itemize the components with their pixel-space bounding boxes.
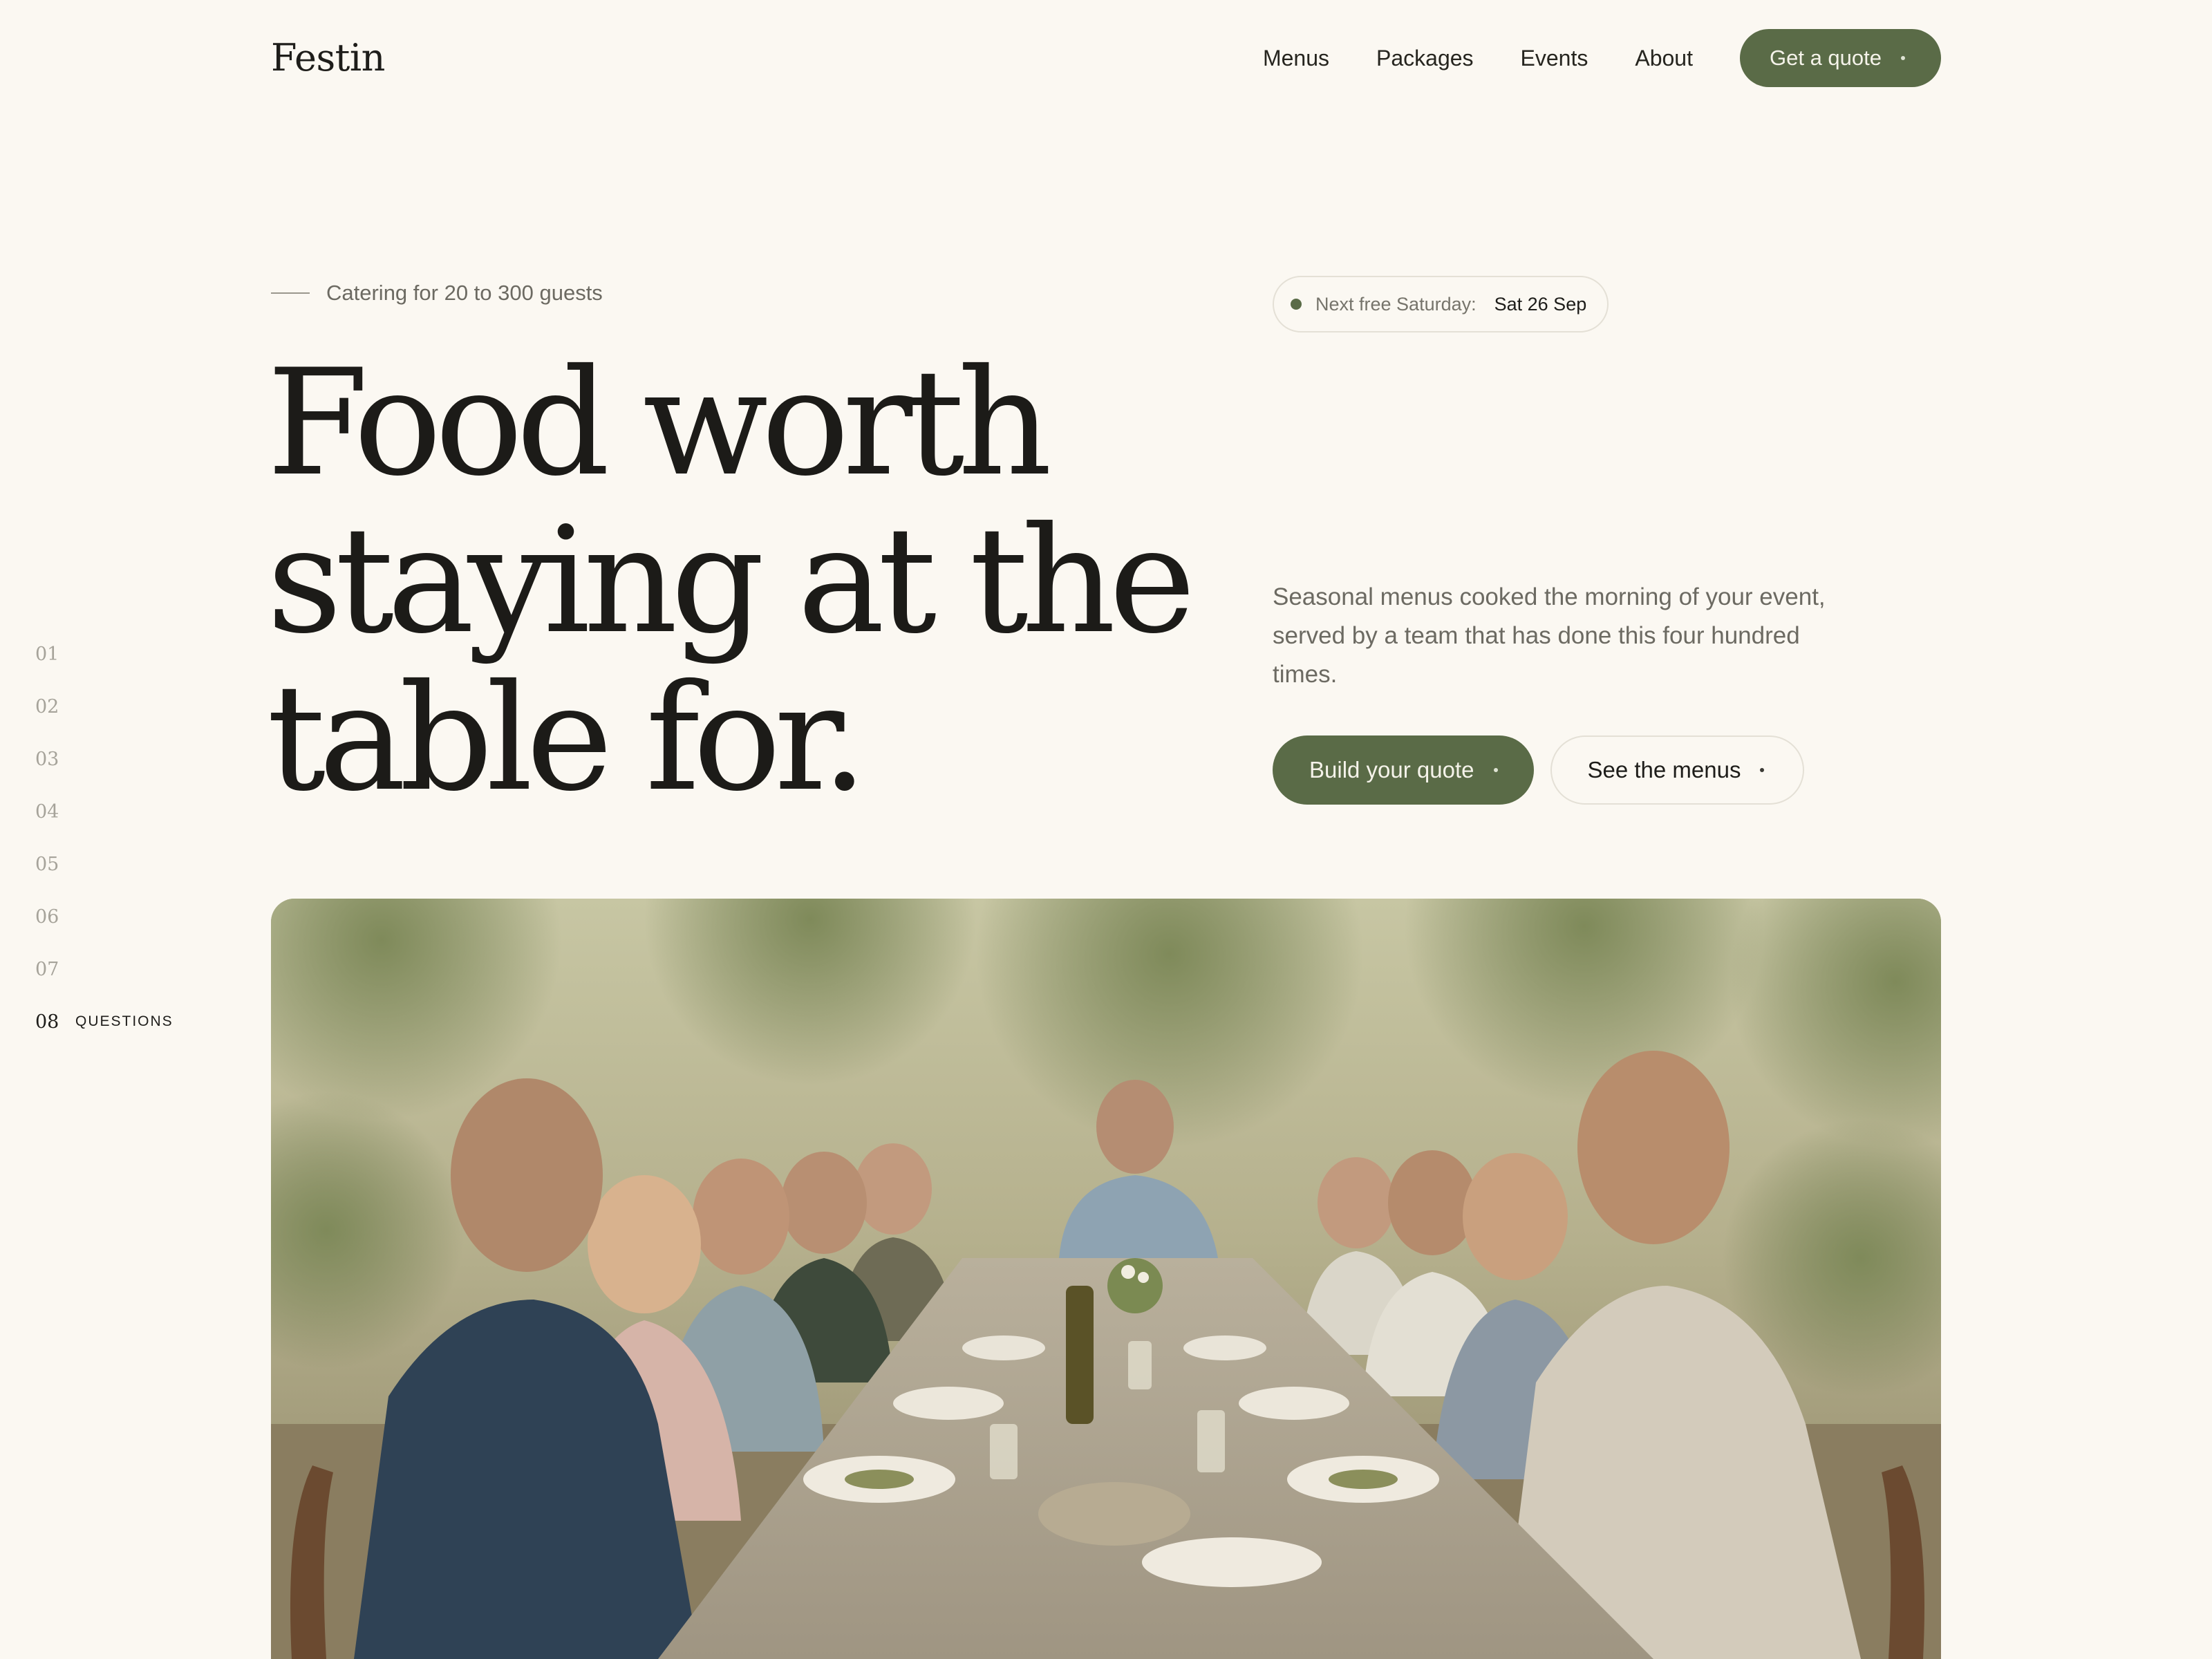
nav-link-events[interactable]: Events [1521, 29, 1588, 87]
get-a-quote-label: Get a quote [1769, 46, 1882, 70]
brand-logo[interactable]: Festin [271, 30, 385, 86]
section-index: 01 02 03 04 05 06 07 08 QUESTIONS [35, 628, 174, 1048]
headline-line-1: Food worth [267, 337, 1052, 508]
eyebrow-text: Catering for 20 to 300 guests [326, 281, 603, 305]
section-link-07[interactable]: 07 [35, 943, 174, 995]
section-link-04[interactable]: 04 [35, 785, 174, 838]
eyebrow-rule [271, 292, 310, 294]
section-link-01[interactable]: 01 [35, 628, 174, 680]
section-number: 02 [35, 695, 59, 718]
hero-headline: Food worth staying at the table for. [267, 337, 1196, 823]
nav-link-about[interactable]: About [1635, 29, 1693, 87]
see-menus-button[interactable]: See the menus [1550, 735, 1805, 805]
section-label: QUESTIONS [75, 1013, 174, 1029]
nav-link-menus[interactable]: Menus [1263, 29, 1329, 87]
section-number: 01 [35, 643, 59, 665]
nav-link-packages[interactable]: Packages [1376, 29, 1474, 87]
section-link-05[interactable]: 05 [35, 838, 174, 890]
build-quote-button[interactable]: Build your quote [1273, 735, 1534, 805]
status-dot-icon [1291, 299, 1302, 310]
section-number: 04 [35, 800, 59, 823]
section-number: 03 [35, 748, 59, 770]
section-number: 06 [35, 906, 59, 928]
dot-icon [1493, 768, 1498, 772]
headline-line-2: staying at the [267, 495, 1196, 666]
hero-eyebrow: Catering for 20 to 300 guests [271, 276, 603, 310]
main-nav: Menus Packages Events About Get a quote [1263, 29, 1941, 87]
see-menus-label: See the menus [1587, 757, 1741, 782]
availability-badge: Next free Saturday: Sat 26 Sep [1273, 276, 1609, 332]
headline-line-3: table for. [267, 653, 868, 823]
hero-photo [271, 899, 1941, 1659]
dot-icon [1901, 56, 1905, 60]
availability-value: Sat 26 Sep [1494, 293, 1587, 315]
get-a-quote-button[interactable]: Get a quote [1739, 29, 1941, 87]
availability-label: Next free Saturday: [1315, 293, 1477, 315]
build-quote-label: Build your quote [1309, 757, 1474, 782]
hero-ctas: Build your quote See the menus [1273, 735, 1805, 805]
section-link-02[interactable]: 02 [35, 680, 174, 733]
section-link-06[interactable]: 06 [35, 890, 174, 943]
section-link-03[interactable]: 03 [35, 733, 174, 785]
hero-intro: Seasonal menus cooked the morning of you… [1273, 583, 1826, 688]
section-number: 07 [35, 958, 59, 980]
dinner-table-illustration [271, 899, 1941, 1659]
dot-icon [1760, 768, 1765, 772]
section-number: 08 [35, 1011, 59, 1033]
section-number: 05 [35, 853, 59, 875]
section-link-08[interactable]: 08 QUESTIONS [35, 995, 174, 1048]
